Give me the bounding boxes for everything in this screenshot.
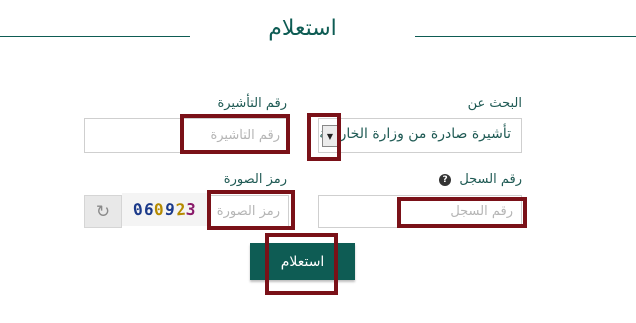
highlight-record-number [397,197,527,228]
search-by-select[interactable]: تأشيرة صادرة من وزارة الخارجية ▼ [318,118,522,153]
search-by-selected-value: تأشيرة صادرة من وزارة الخارجية [319,126,511,142]
title-divider-left [0,36,190,37]
captcha-image: 0 6 0 9 2 3 [122,193,208,226]
info-icon[interactable]: ? [439,173,452,186]
record-number-label: رقم السجل ? [439,172,522,187]
highlight-visa-number [180,114,290,154]
highlight-captcha-input [207,190,295,230]
highlight-submit [265,233,338,295]
highlight-select-arrow [307,113,341,161]
page-title: استعلام [268,16,337,41]
record-number-label-text: رقم السجل [459,172,522,187]
visa-number-label: رقم التأشيرة [217,96,287,111]
title-divider-right [415,36,636,37]
captcha-label: رمز الصورة [223,172,287,187]
captcha-char: 3 [185,199,198,220]
refresh-icon[interactable]: ↻ [84,195,122,228]
search-by-label: البحث عن [467,96,522,111]
